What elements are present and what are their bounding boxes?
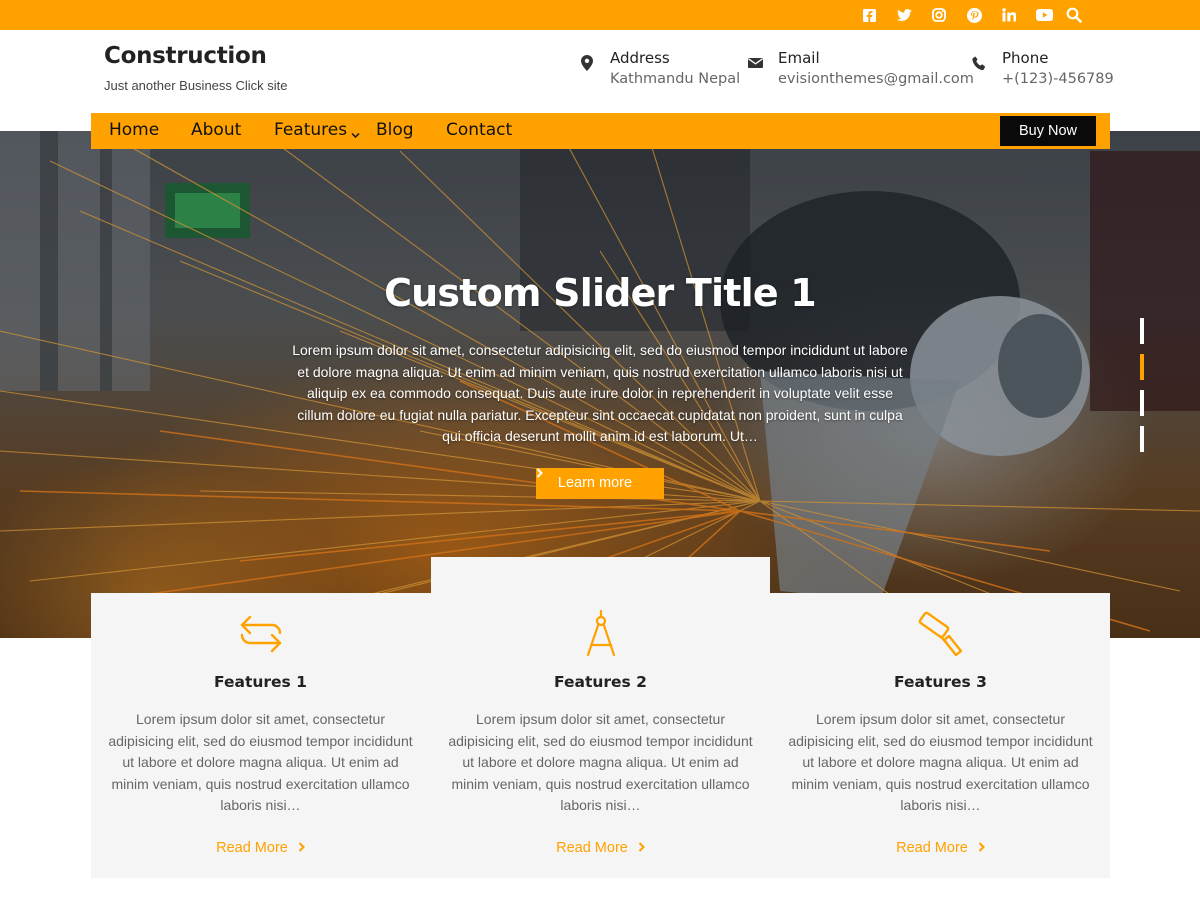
main-navigation: Home About Features Blog Contact Buy Now xyxy=(91,113,1110,149)
slider-dot-3[interactable] xyxy=(1140,390,1144,416)
address-label: Address xyxy=(610,49,670,67)
top-bar xyxy=(0,0,1200,30)
social-links xyxy=(859,0,1054,30)
feature-title: Features 1 xyxy=(214,673,307,691)
chevron-right-icon xyxy=(638,840,645,856)
facebook-icon[interactable] xyxy=(859,5,879,25)
chevron-down-icon[interactable] xyxy=(351,126,360,144)
twitter-icon[interactable] xyxy=(894,5,914,25)
site-title[interactable]: Construction xyxy=(104,43,267,69)
phone-value[interactable]: +(123)-456789 xyxy=(1002,68,1114,90)
phone-label: Phone xyxy=(1002,49,1049,67)
site-tagline: Just another Business Click site xyxy=(104,78,288,93)
feature-card-3: Features 3 Lorem ipsum dolor sit amet, c… xyxy=(771,593,1110,878)
learn-more-button[interactable]: Learn more xyxy=(536,468,664,499)
buy-now-button[interactable]: Buy Now xyxy=(1000,116,1096,146)
nav-item-features[interactable]: Features xyxy=(274,113,347,149)
feature-text: Lorem ipsum dolor sit amet, consectetur … xyxy=(788,711,1093,813)
nav-item-contact[interactable]: Contact xyxy=(446,113,512,149)
hero-title: Custom Slider Title 1 xyxy=(384,271,817,315)
read-more-link[interactable]: Read More xyxy=(91,840,430,856)
feature-title: Features 3 xyxy=(894,673,987,691)
hero-text: Lorem ipsum dolor sit amet, consectetur … xyxy=(292,342,908,444)
features-tab-notch xyxy=(431,557,770,597)
feature-text: Lorem ipsum dolor sit amet, consectetur … xyxy=(448,711,753,813)
instagram-icon[interactable] xyxy=(929,5,949,25)
learn-more-label: Learn more xyxy=(557,475,633,491)
email-value[interactable]: evisionthemes@gmail.com xyxy=(778,68,974,90)
nav-item-home[interactable]: Home xyxy=(109,113,159,149)
phone-info: Phone +(123)-456789 xyxy=(970,48,1114,90)
nav-item-about[interactable]: About xyxy=(191,113,241,149)
pinterest-icon[interactable] xyxy=(964,5,984,25)
read-more-label: Read More xyxy=(896,840,968,856)
slider-pagination xyxy=(1140,318,1144,462)
chevron-right-icon xyxy=(298,840,305,856)
email-info: Email evisionthemes@gmail.com xyxy=(746,48,974,90)
address-value: Kathmandu Nepal xyxy=(610,71,741,87)
chevron-right-icon xyxy=(978,840,985,856)
linkedin-icon[interactable] xyxy=(999,5,1019,25)
envelope-icon xyxy=(746,54,764,72)
feature-card-2: Features 2 Lorem ipsum dolor sit amet, c… xyxy=(431,593,770,878)
search-icon[interactable] xyxy=(1064,5,1084,25)
slider-dot-4[interactable] xyxy=(1140,426,1144,452)
exchange-arrows-icon xyxy=(236,609,286,659)
email-label: Email xyxy=(778,49,820,67)
read-more-link[interactable]: Read More xyxy=(431,840,770,856)
map-marker-icon xyxy=(578,54,596,72)
slider-dot-2[interactable] xyxy=(1140,354,1144,380)
read-more-label: Read More xyxy=(556,840,628,856)
phone-icon xyxy=(970,54,988,72)
youtube-icon[interactable] xyxy=(1034,5,1054,25)
feature-text: Lorem ipsum dolor sit amet, consectetur … xyxy=(108,711,413,813)
compass-drafting-icon xyxy=(576,609,626,659)
read-more-label: Read More xyxy=(216,840,288,856)
nav-item-blog[interactable]: Blog xyxy=(376,113,414,149)
paint-roller-icon xyxy=(916,609,966,659)
slider-dot-1[interactable] xyxy=(1140,318,1144,344)
address-info: Address Kathmandu Nepal xyxy=(578,48,740,90)
read-more-link[interactable]: Read More xyxy=(771,840,1110,856)
feature-card-1: Features 1 Lorem ipsum dolor sit amet, c… xyxy=(91,593,430,878)
feature-title: Features 2 xyxy=(554,673,647,691)
